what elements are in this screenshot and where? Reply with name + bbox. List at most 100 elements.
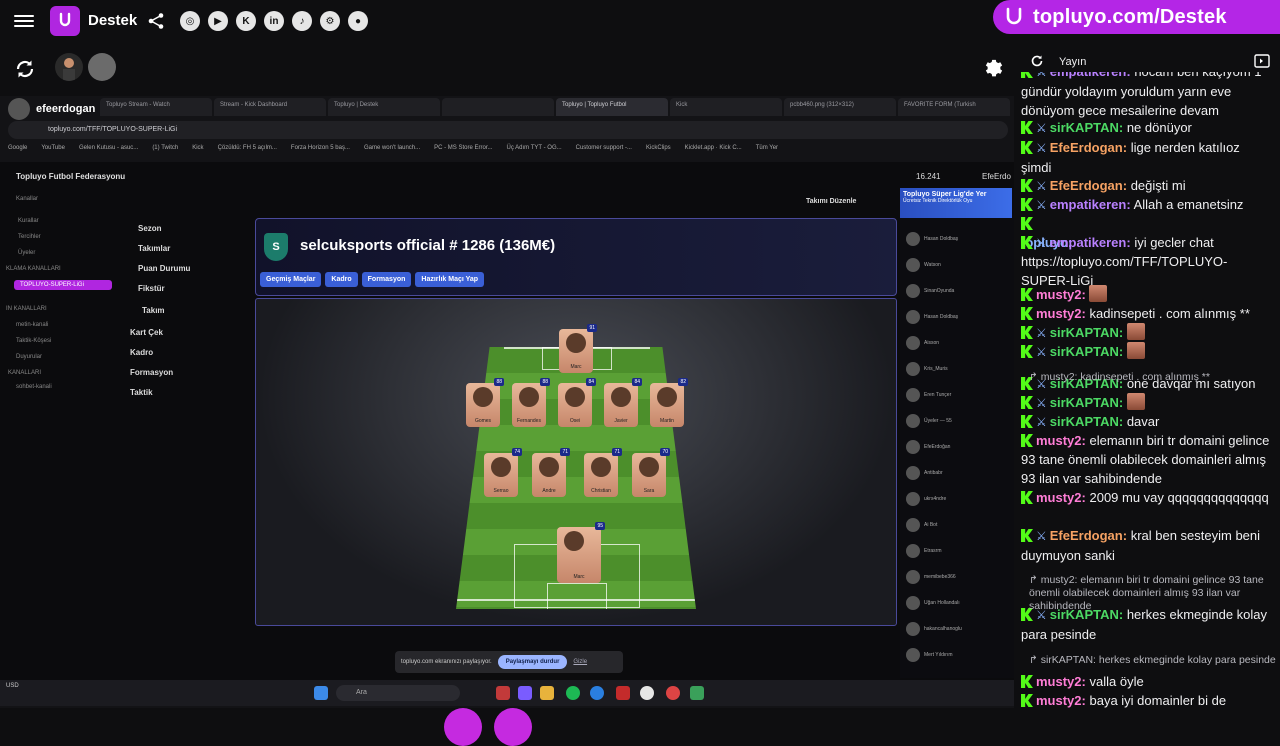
nav-takim[interactable]: Takım (142, 306, 165, 315)
player-card[interactable]: 88 Gomes (466, 378, 504, 427)
collapse-chat-icon[interactable] (1254, 54, 1270, 68)
currency-widget[interactable]: USD (6, 683, 19, 689)
chat-username[interactable]: sirKAPTAN: (1050, 395, 1123, 410)
chat-username[interactable]: EfeErdogan: (1050, 178, 1127, 193)
chat-username[interactable]: musty2: (1036, 490, 1086, 505)
app-icon[interactable] (666, 686, 680, 700)
browser-tab[interactable]: FAVORITE FORM (Turkish (898, 98, 1010, 116)
member-row[interactable]: Ai Bot (906, 518, 937, 532)
bookmark-item[interactable]: YouTube (41, 145, 65, 151)
bookmark-item[interactable]: PC - MS Store Error... (434, 145, 492, 151)
nav-kadro[interactable]: Kadro (130, 348, 153, 357)
promo-banner[interactable]: topluyo.com/Destek (993, 0, 1280, 34)
side-item[interactable]: sohbet-kanali (16, 384, 52, 390)
bookmark-item[interactable]: Gelen Kutusu - asuc... (79, 145, 138, 151)
browser-tab[interactable]: Kick (670, 98, 782, 116)
past-matches-button[interactable]: Geçmiş Maçlar (260, 272, 322, 287)
refresh-icon[interactable] (14, 58, 36, 80)
side-item[interactable]: Kanallar (16, 196, 38, 202)
player-card[interactable]: 95 Marc (557, 522, 605, 583)
steam-icon[interactable]: ⚙ (320, 11, 340, 31)
browser-tab[interactable]: Topluyo | Topluyo Futbol (556, 98, 668, 116)
spotify-icon[interactable] (566, 686, 580, 700)
browser-tab[interactable]: Topluyo | Destek (328, 98, 440, 116)
bookmark-item[interactable]: Customer support -... (576, 145, 632, 151)
member-row[interactable]: Hasan Doldbaş (906, 310, 958, 324)
side-item[interactable]: Duyurular (16, 354, 42, 360)
member-row[interactable]: Eren Tunçer (906, 388, 951, 402)
side-item[interactable]: Tercihler (18, 234, 41, 240)
taskbar-search[interactable]: Ara (336, 685, 460, 701)
player-card[interactable]: 91 Marc (559, 324, 597, 373)
browser-tab[interactable]: Stream - Kick Dashboard (214, 98, 326, 116)
bookmark-item[interactable]: Google (8, 145, 27, 151)
member-row[interactable]: Aisson (906, 336, 939, 350)
stop-sharing-button[interactable]: Paylaşmayı durdur (497, 655, 568, 669)
chat-refresh-icon[interactable] (1030, 54, 1044, 68)
chat-username[interactable]: empatikeren: (1050, 235, 1131, 250)
player-card[interactable]: 71 Christian (584, 448, 622, 497)
player-card[interactable]: 74 Serrao (484, 448, 522, 497)
brand-title[interactable]: Destek (88, 12, 137, 29)
nav-kart-cek[interactable]: Kart Çek (130, 328, 163, 337)
nav-fikstur[interactable]: Fikstür (138, 284, 165, 293)
hide-share-bar-link[interactable]: Gizle (573, 659, 587, 665)
chat-reply-preview[interactable]: ↱ musty2: elemanın biri tr domaini gelin… (1029, 574, 1279, 613)
chat-username[interactable]: empatikeren: (1050, 72, 1131, 79)
player-card[interactable]: 84 Osei (558, 378, 596, 427)
member-row[interactable]: memibebe366 (906, 570, 956, 584)
chrome-icon[interactable] (640, 686, 654, 700)
member-row[interactable]: Kris_Muris (906, 362, 948, 376)
chat-username[interactable]: EfeErdogan: (1050, 140, 1127, 155)
server-banner[interactable]: Topluyo Süper Lig'de Yer Ücretsiz Teknik… (900, 188, 1012, 218)
edit-team-button[interactable]: Takımı Düzenle (806, 198, 856, 205)
bookmark-item[interactable]: Forza Horizon 5 baş... (291, 145, 350, 151)
player-card[interactable]: 70 Sara (632, 448, 670, 497)
settings-gear-icon[interactable] (983, 58, 1005, 80)
chat-username[interactable]: musty2: (1036, 674, 1086, 689)
bookmark-item[interactable]: Kicklet.app · Kick C... (685, 145, 742, 151)
tiktok-icon[interactable]: ♪ (292, 11, 312, 31)
player-card[interactable]: 82 Martin (650, 378, 688, 427)
participant-avatar[interactable] (55, 53, 83, 81)
chat-reply-preview[interactable]: ↱ musty2: kadinsepeti . com alınmış ** (1029, 371, 1279, 384)
side-item[interactable]: Kurallar (18, 218, 39, 224)
browser-tab[interactable]: Topluyo Stream - Watch (100, 98, 212, 116)
chat-reply-preview[interactable]: ↱ sirKAPTAN: herkes ekmeginde kolay para… (1029, 654, 1279, 667)
chat-username[interactable]: musty2: (1036, 306, 1086, 321)
chat-tab-label[interactable]: Yayın (1059, 56, 1086, 68)
bookmark-item[interactable]: KickClips (646, 145, 671, 151)
side-item[interactable]: metin-kanali (16, 322, 48, 328)
opera-icon[interactable] (616, 686, 630, 700)
hamburger-menu-icon[interactable] (14, 12, 34, 30)
member-row[interactable]: Üyeler — 55 (906, 414, 952, 428)
member-row[interactable]: Uğan Hollandalı (906, 596, 960, 610)
side-item[interactable]: Üyeler (18, 250, 35, 256)
nav-formasyon[interactable]: Formasyon (130, 368, 173, 377)
side-item[interactable]: Taktik-Köşesi (16, 338, 51, 344)
browser-address-bar[interactable]: topluyo.com/TFF/TOPLUYO-SUPER-LiGi (8, 121, 1008, 139)
app-icon[interactable] (496, 686, 510, 700)
app-icon[interactable] (518, 686, 532, 700)
bookmark-item[interactable]: Çözüldü: FH 5 açılm... (218, 145, 277, 151)
chat-username[interactable]: musty2: (1036, 433, 1086, 448)
github-icon[interactable]: ● (348, 11, 368, 31)
member-row[interactable]: EfeErdoğan (906, 440, 950, 454)
member-row[interactable]: Hasan Doldbaş (906, 232, 958, 246)
chat-username[interactable]: musty2: (1036, 693, 1086, 708)
browser-tab[interactable] (442, 98, 554, 116)
member-row[interactable]: Watson (906, 258, 941, 272)
folder-icon[interactable] (540, 686, 554, 700)
instagram-icon[interactable]: ◎ (180, 11, 200, 31)
nav-puan-durumu[interactable]: Puan Durumu (138, 264, 190, 273)
bookmark-item[interactable]: Kick (192, 145, 203, 151)
player-card[interactable]: 71 Andre (532, 448, 570, 497)
member-row[interactable]: Antibabr (906, 466, 943, 480)
formation-button[interactable]: Formasyon (361, 272, 412, 287)
member-row[interactable]: Mert Yıldırım (906, 648, 953, 662)
chat-username[interactable]: musty2: (1036, 287, 1086, 302)
bookmark-item[interactable]: Tüm Yer (756, 145, 778, 151)
friendly-match-button[interactable]: Hazırlık Maçı Yap (415, 272, 485, 287)
nav-taktik[interactable]: Taktik (130, 388, 153, 397)
bookmark-item[interactable]: Üç Adım TYT - OG... (507, 145, 562, 151)
